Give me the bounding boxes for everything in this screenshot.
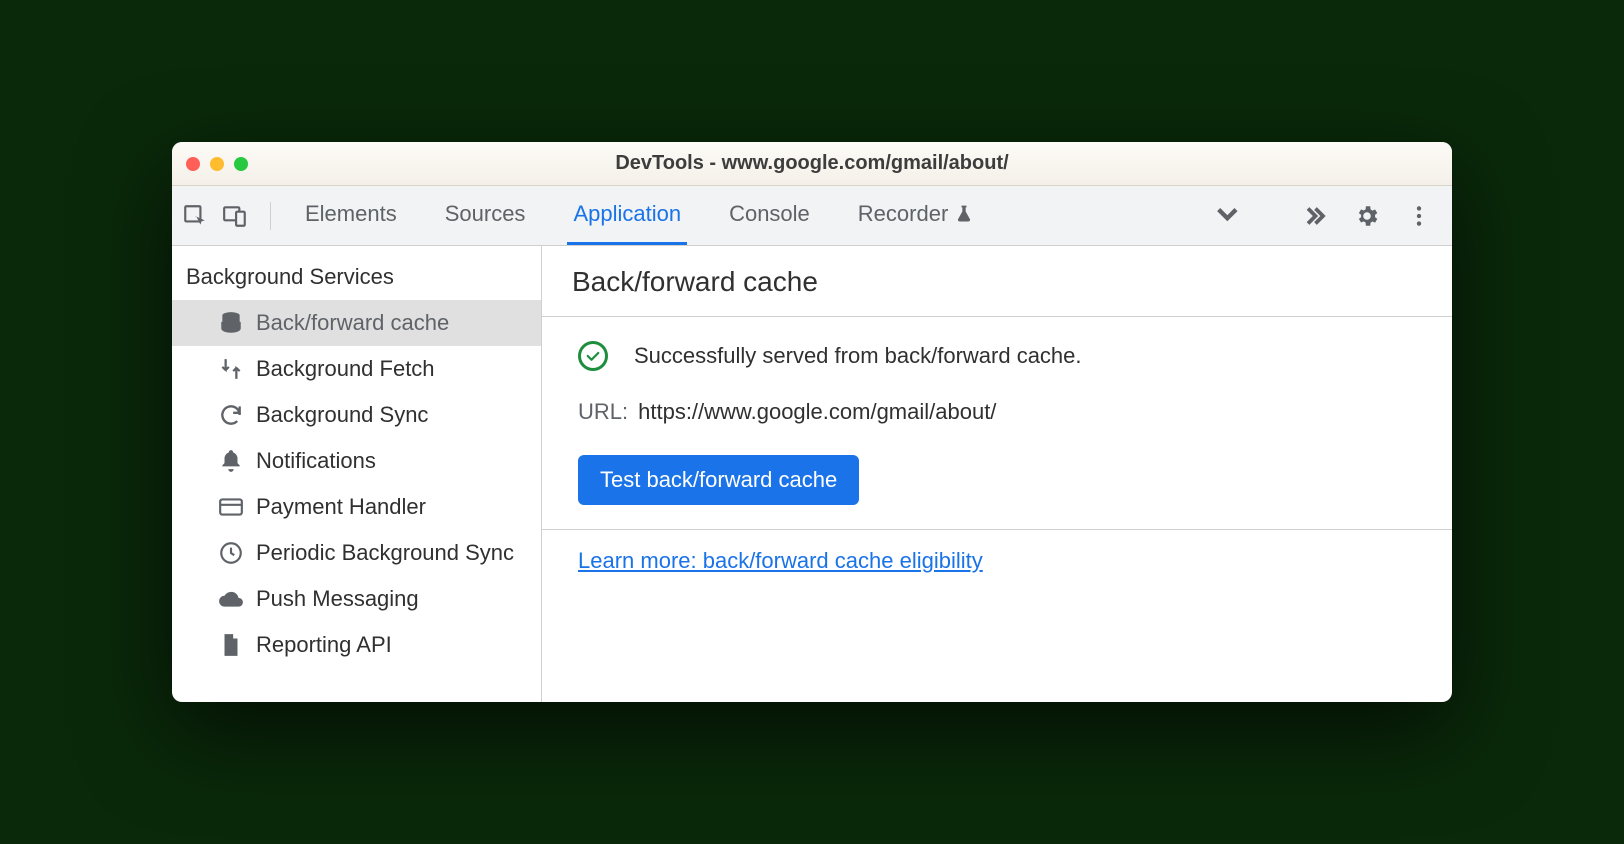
database-icon: [218, 310, 244, 336]
device-toolbar-icon[interactable]: [222, 203, 248, 229]
tab-console[interactable]: Console: [723, 186, 816, 245]
sidebar-item-label: Back/forward cache: [256, 310, 449, 336]
chevrons-icon[interactable]: [1298, 203, 1328, 229]
clock-icon: [218, 540, 244, 566]
tab-recorder-label: Recorder: [858, 201, 948, 227]
learn-more-link[interactable]: Learn more: back/forward cache eligibili…: [578, 548, 983, 573]
sidebar-item-label: Background Fetch: [256, 356, 435, 382]
flask-icon: [954, 204, 974, 224]
sidebar-item-reporting[interactable]: Reporting API: [172, 622, 541, 668]
sidebar-item-push[interactable]: Push Messaging: [172, 576, 541, 622]
status-text: Successfully served from back/forward ca…: [634, 343, 1082, 369]
close-window-button[interactable]: [186, 157, 200, 171]
devtools-window: DevTools - www.google.com/gmail/about/ E…: [172, 142, 1452, 702]
sidebar-section-heading: Background Services: [172, 260, 541, 300]
content-area: Background Services Back/forward cache B…: [172, 246, 1452, 702]
url-label: URL:: [578, 399, 628, 425]
inspect-element-icon[interactable]: [182, 203, 208, 229]
credit-card-icon: [218, 494, 244, 520]
tab-elements[interactable]: Elements: [299, 186, 403, 245]
test-bfcache-button[interactable]: Test back/forward cache: [578, 455, 859, 505]
sidebar-item-label: Reporting API: [256, 632, 392, 658]
sidebar-item-bfcache[interactable]: Back/forward cache: [172, 300, 541, 346]
sidebar-item-bgfetch[interactable]: Background Fetch: [172, 346, 541, 392]
sync-icon: [218, 402, 244, 428]
panel-heading: Back/forward cache: [542, 246, 1452, 317]
main-panel: Back/forward cache Successfully served f…: [542, 246, 1452, 702]
document-icon: [218, 632, 244, 658]
url-value: https://www.google.com/gmail/about/: [638, 399, 996, 425]
transfer-icon: [218, 356, 244, 382]
minimize-window-button[interactable]: [210, 157, 224, 171]
kebab-menu-icon[interactable]: [1406, 203, 1432, 229]
settings-gear-icon[interactable]: [1354, 203, 1380, 229]
toolbar-divider: [270, 202, 271, 230]
sidebar-item-label: Background Sync: [256, 402, 428, 428]
titlebar: DevTools - www.google.com/gmail/about/: [172, 142, 1452, 186]
url-row: URL: https://www.google.com/gmail/about/: [578, 399, 1416, 425]
sidebar-item-periodic[interactable]: Periodic Background Sync: [172, 530, 541, 576]
more-tabs-icon[interactable]: [1219, 203, 1245, 229]
cloud-icon: [218, 586, 244, 612]
window-title: DevTools - www.google.com/gmail/about/: [172, 152, 1452, 175]
application-sidebar: Background Services Back/forward cache B…: [172, 246, 542, 702]
status-row: Successfully served from back/forward ca…: [578, 341, 1416, 371]
tab-sources[interactable]: Sources: [439, 186, 532, 245]
sidebar-item-payment[interactable]: Payment Handler: [172, 484, 541, 530]
bell-icon: [218, 448, 244, 474]
zoom-window-button[interactable]: [234, 157, 248, 171]
sidebar-item-label: Notifications: [256, 448, 376, 474]
sidebar-item-bgsync[interactable]: Background Sync: [172, 392, 541, 438]
window-controls: [186, 157, 248, 171]
devtools-toolbar: Elements Sources Application Console Rec…: [172, 186, 1452, 246]
sidebar-item-notifications[interactable]: Notifications: [172, 438, 541, 484]
sidebar-item-label: Payment Handler: [256, 494, 426, 520]
sidebar-item-label: Push Messaging: [256, 586, 419, 612]
tab-application[interactable]: Application: [567, 186, 687, 245]
sidebar-item-label: Periodic Background Sync: [256, 540, 514, 566]
tab-recorder[interactable]: Recorder: [852, 186, 980, 245]
panel-tabs: Elements Sources Application Console Rec…: [299, 186, 980, 245]
success-check-icon: [578, 341, 608, 371]
